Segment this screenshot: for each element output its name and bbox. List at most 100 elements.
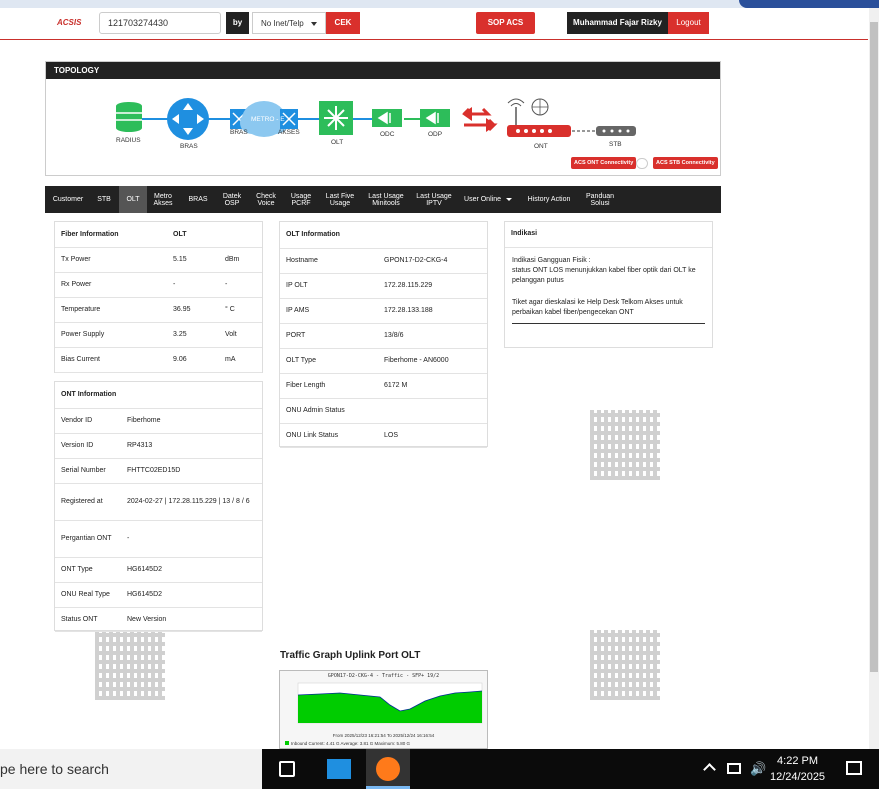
ont-value: HG6145D2 (121, 582, 262, 608)
acs-stb-connectivity-button[interactable]: ACS STB Connectivity (653, 157, 718, 169)
taskbar-clock[interactable]: 4:22 PM 12/24/2025 (770, 753, 825, 785)
search-type-value: No Inet/Telp (261, 19, 304, 28)
tab-metro-akses[interactable]: Metro Akses (149, 186, 177, 213)
ont-value: 2024-02-27 | 172.28.115.229 | 13 / 8 / 6 (121, 483, 262, 521)
ont-label: ONT Type (55, 557, 121, 583)
ont-label: Serial Number (55, 458, 121, 484)
fiber-unit: mA (219, 347, 262, 373)
watermark-qr (590, 630, 660, 700)
watermark-qr (95, 630, 165, 700)
olt-label: OLT Type (280, 348, 378, 374)
fiber-value: 9.06 (167, 347, 219, 373)
fiber-label: Power Supply (55, 322, 167, 348)
node-label-olt: OLT (331, 139, 344, 146)
chevron-up-icon[interactable] (703, 763, 716, 776)
logout-button[interactable]: Logout (668, 12, 709, 34)
search-input[interactable]: 121703274430 (99, 12, 221, 34)
ont-label: Vendor ID (55, 408, 121, 434)
network-icon[interactable] (727, 763, 741, 774)
olt-label: PORT (280, 323, 378, 349)
tab-customer[interactable]: Customer (48, 186, 88, 213)
ont-label: Pergantian ONT (55, 520, 121, 558)
tab-datek-osp[interactable]: Datek OSP (217, 186, 247, 213)
traffic-area (297, 682, 483, 724)
ont-label: Status ONT (55, 607, 121, 632)
sop-acs-button[interactable]: SOP ACS (476, 12, 535, 34)
tab-user-online-label: User Online (464, 196, 501, 203)
task-view-icon[interactable] (279, 761, 295, 777)
fiber-label: Bias Current (55, 347, 167, 373)
mail-icon[interactable] (327, 759, 351, 779)
tab-user-online[interactable]: User Online (461, 186, 515, 213)
user-name-button[interactable]: Muhammad Fajar Rizky (567, 12, 668, 34)
node-label-radius: RADIUS (116, 137, 141, 144)
notification-icon[interactable] (846, 761, 862, 775)
odp-icon (420, 109, 450, 127)
node-label-bras-switch: BRAS (230, 129, 248, 136)
olt-label: Fiber Length (280, 373, 378, 399)
fiber-label: Rx Power (55, 272, 167, 298)
fiber-value: 36.95 (167, 297, 219, 323)
volume-icon[interactable]: 🔊 (750, 761, 766, 777)
ont-label: Registered at (55, 483, 121, 521)
olt-value: LOS (378, 423, 487, 448)
tab-history-action[interactable]: History Action (521, 186, 577, 213)
olt-label: ONU Admin Status (280, 398, 378, 424)
bidirectional-arrow-icon (462, 107, 498, 132)
cek-button[interactable]: CEK (326, 12, 360, 34)
header-bar: ACSIS 121703274430 by No Inet/Telp CEK S… (0, 8, 868, 40)
node-label-ont: ONT (534, 143, 548, 150)
tab-check-voice[interactable]: Check Voice (251, 186, 281, 213)
top-banner (0, 0, 879, 8)
fiber-label: Temperature (55, 297, 167, 323)
ont-value: New Version (121, 607, 262, 632)
ont-label: ONU Real Type (55, 582, 121, 608)
firefox-taskbar-button[interactable] (366, 749, 410, 789)
fiber-value: 3.25 (167, 322, 219, 348)
indikasi-line3: Tiket agar dieskalasi ke Help Desk Telko… (512, 299, 683, 316)
firefox-icon (376, 757, 400, 781)
ont-value: - (121, 520, 262, 558)
tab-last-usage-iptv[interactable]: Last Usage IPTV (413, 186, 455, 213)
ont-value: FHTTC02ED15D (121, 458, 262, 484)
tab-last-usage-minitools[interactable]: Last Usage Minitools (363, 186, 409, 213)
search-type-select[interactable]: No Inet/Telp (252, 12, 326, 34)
windows-taskbar: pe here to search 🔊 4:22 PM 12/24/2025 (0, 749, 879, 789)
router-icon (167, 98, 209, 140)
tab-last-five-usage[interactable]: Last Five Usage (323, 186, 357, 213)
scrollbar-thumb[interactable] (870, 22, 878, 672)
fiber-unit: ° C (219, 297, 262, 323)
by-label: by (226, 12, 249, 34)
fiber-label: Tx Power (55, 247, 167, 273)
acs-ont-connectivity-button[interactable]: ACS ONT Connectivity (571, 157, 637, 169)
tab-stb[interactable]: STB (92, 186, 116, 213)
graph-legend-inbound: Inbound Current: 4.41 G Average: 3.81 G … (291, 741, 410, 746)
taskbar-search-placeholder: pe here to search (0, 761, 109, 777)
chevron-down-icon (311, 22, 317, 26)
app-logo[interactable]: ACSIS (57, 18, 81, 27)
graph-range: From 2025/12/23 16:21:54 To 2025/12/24 1… (332, 733, 435, 738)
olt-value: 6172 M (378, 373, 487, 399)
fiber-value: 5.15 (167, 247, 219, 273)
ont-value: RP4313 (121, 433, 262, 459)
olt-label: Hostname (280, 248, 378, 274)
node-label-odp: ODP (428, 131, 443, 138)
olt-icon (319, 101, 353, 135)
topology-panel: TOPOLOGY RADIUS BRAS BRAS METRO - E AKSE… (45, 61, 721, 176)
traffic-graph-image: GPON17-D2-CKG-4 - Traffic - SFP+ 19/2 Fr… (279, 670, 488, 749)
node-label-metro: METRO - E (251, 116, 285, 123)
stb-icon (596, 126, 636, 136)
page-scrollbar[interactable] (869, 8, 879, 749)
node-label-akses: AKSES (278, 129, 300, 136)
main-tabs: Customer STB OLT Metro Akses BRAS Datek … (45, 186, 721, 213)
olt-label: IP OLT (280, 273, 378, 299)
tab-bras[interactable]: BRAS (183, 186, 213, 213)
node-label-stb: STB (609, 141, 622, 148)
tab-olt[interactable]: OLT (119, 186, 147, 213)
taskbar-search[interactable]: pe here to search (0, 749, 262, 789)
ont-information-card: ONT Information Vendor ID Fiberhome Versi… (54, 381, 263, 632)
tab-usage-pcrf[interactable]: Usage PCRF (285, 186, 317, 213)
indikasi-title: Indikasi (505, 222, 712, 248)
fiber-unit: - (219, 272, 262, 298)
tab-panduan-solusi[interactable]: Panduan Solusi (581, 186, 619, 213)
